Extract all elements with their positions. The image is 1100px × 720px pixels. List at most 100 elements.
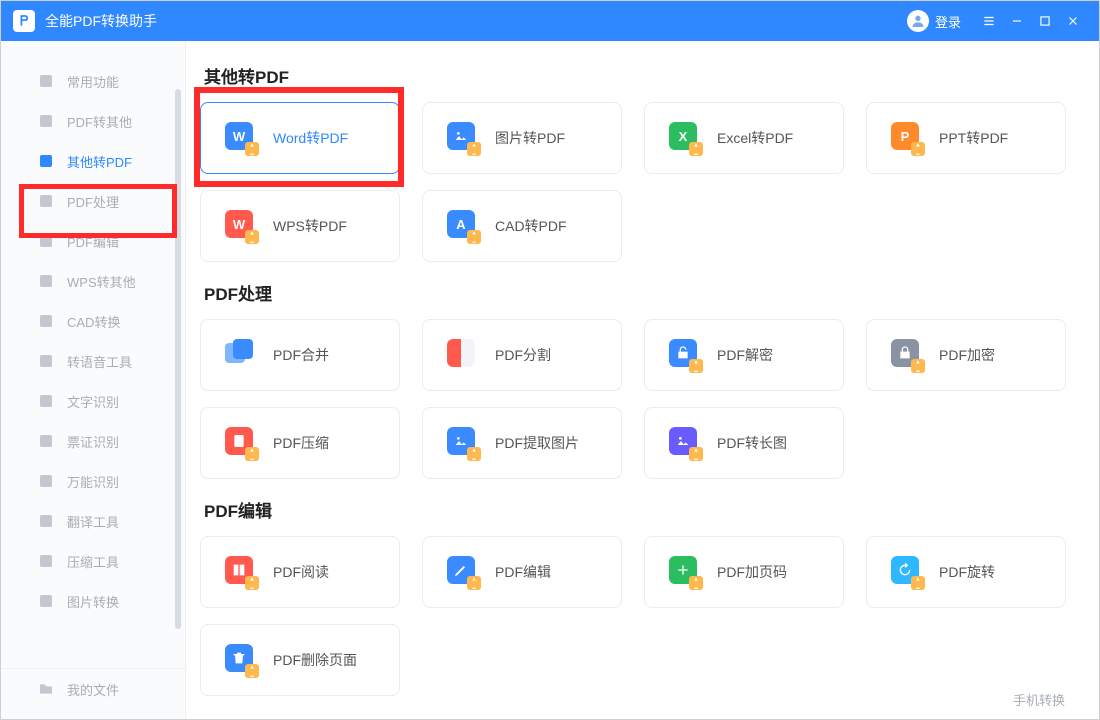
titlebar: 全能PDF转换助手 登录: [1, 1, 1099, 41]
sidebar-item-label: 万能识别: [67, 472, 119, 491]
pdf-encrypt-icon: [891, 339, 923, 371]
card-wps-to-pdf[interactable]: WWPS转PDF: [200, 190, 400, 262]
sidebar-icon: [37, 72, 55, 90]
section-other-to-pdf: 其他转PDF W Word转PDF 图片转PDF X Excel转PDF PPPT转PDF W…: [200, 63, 1069, 262]
card-pdf-merge[interactable]: PDF合并: [200, 319, 400, 391]
sidebar-item-label: PDF处理: [67, 192, 119, 211]
pdf-read-icon: [225, 556, 257, 588]
card-label: PDF加密: [939, 345, 995, 365]
card-label: PDF解密: [717, 345, 773, 365]
sidebar-item-compress[interactable]: 压缩工具: [1, 541, 185, 581]
sidebar-icon: [37, 112, 55, 130]
sidebar-icon: [37, 312, 55, 330]
card-pdf-encrypt[interactable]: PDF加密: [866, 319, 1066, 391]
sidebar-item-label: 转语音工具: [67, 352, 132, 371]
card-pdf-read[interactable]: PDF阅读: [200, 536, 400, 608]
app-title: 全能PDF转换助手: [45, 11, 907, 31]
card-cad-to-pdf[interactable]: A CAD转PDF: [422, 190, 622, 262]
pdf-extract-image-icon: [447, 427, 479, 459]
excel-to-pdf-icon: X: [669, 122, 701, 154]
card-label: PDF压缩: [273, 433, 329, 453]
cad-to-pdf-icon: A: [447, 210, 479, 242]
card-label: CAD转PDF: [495, 216, 567, 236]
sidebar-icon: [37, 552, 55, 570]
sidebar-item-cad-convert[interactable]: CAD转换: [1, 301, 185, 341]
card-pdf-add-page[interactable]: PDF加页码: [644, 536, 844, 608]
image-to-pdf-icon: [447, 122, 479, 154]
sidebar-icon: [37, 432, 55, 450]
menu-icon[interactable]: [975, 7, 1003, 35]
sidebar-item-label: 文字识别: [67, 392, 119, 411]
section-title: 其他转PDF: [204, 63, 1069, 88]
maximize-icon[interactable]: [1031, 7, 1059, 35]
card-label: PDF编辑: [495, 562, 551, 582]
sidebar-item-wps-to-other[interactable]: WPS转其他: [1, 261, 185, 301]
card-label: Excel转PDF: [717, 128, 793, 148]
card-pdf-edit[interactable]: PDF编辑: [422, 536, 622, 608]
sidebar-item-label: 常用功能: [67, 72, 119, 91]
word-to-pdf-icon: W: [225, 122, 257, 154]
sidebar-item-pdf-process[interactable]: PDF处理: [1, 181, 185, 221]
card-pdf-rotate[interactable]: PDF旋转: [866, 536, 1066, 608]
user-avatar-icon[interactable]: [907, 10, 929, 32]
sidebar-item-label: 压缩工具: [67, 552, 119, 571]
sidebar-item-audio-tools[interactable]: 转语音工具: [1, 341, 185, 381]
pdf-merge-icon: [225, 339, 257, 371]
sidebar-item-pdf-to-other[interactable]: PDF转其他: [1, 101, 185, 141]
card-pdf-to-long-image[interactable]: PDF转长图: [644, 407, 844, 479]
card-pdf-split[interactable]: PDF分割: [422, 319, 622, 391]
card-pdf-delete-page[interactable]: PDF删除页面: [200, 624, 400, 696]
card-label: PDF删除页面: [273, 650, 357, 670]
login-link[interactable]: 登录: [935, 12, 961, 31]
ppt-to-pdf-icon: P: [891, 122, 923, 154]
sidebar-item-ocr[interactable]: 文字识别: [1, 381, 185, 421]
sidebar-item-label: WPS转其他: [67, 272, 136, 291]
sidebar-item-label: 其他转PDF: [67, 152, 132, 171]
card-image-to-pdf[interactable]: 图片转PDF: [422, 102, 622, 174]
sidebar-icon: [37, 592, 55, 610]
mobile-convert-link[interactable]: 手机转换: [1013, 690, 1065, 709]
card-label: PDF合并: [273, 345, 329, 365]
card-label: 图片转PDF: [495, 128, 565, 148]
sidebar-icon: [37, 352, 55, 370]
sidebar-icon: [37, 472, 55, 490]
sidebar-item-label: 我的文件: [67, 680, 119, 699]
sidebar-icon: [37, 232, 55, 250]
section-pdf-process: PDF处理 PDF合并 PDF分割 PDF解密 PDF加密 PDF压缩 PDF提取图片 PDF…: [200, 280, 1069, 479]
sidebar-item-label: CAD转换: [67, 312, 120, 331]
sidebar-scrollbar[interactable]: [175, 89, 181, 629]
sidebar-item-label: 图片转换: [67, 592, 119, 611]
card-pdf-extract-image[interactable]: PDF提取图片: [422, 407, 622, 479]
card-label: PDF提取图片: [495, 433, 579, 453]
minimize-icon[interactable]: [1003, 7, 1031, 35]
pdf-rotate-icon: [891, 556, 923, 588]
sidebar-icon: [37, 192, 55, 210]
card-word-to-pdf[interactable]: W Word转PDF: [200, 102, 400, 174]
card-label: PDF阅读: [273, 562, 329, 582]
sidebar-item-label: 翻译工具: [67, 512, 119, 531]
card-label: WPS转PDF: [273, 216, 347, 236]
card-pdf-decrypt[interactable]: PDF解密: [644, 319, 844, 391]
card-label: Word转PDF: [273, 128, 348, 148]
sidebar-icon: [37, 272, 55, 290]
card-ppt-to-pdf[interactable]: PPPT转PDF: [866, 102, 1066, 174]
sidebar-item-image-convert[interactable]: 图片转换: [1, 581, 185, 621]
section-pdf-edit: PDF编辑PDF阅读PDF编辑PDF加页码PDF旋转PDF删除页面: [200, 497, 1069, 696]
sidebar-item-other-to-pdf[interactable]: 其他转PDF: [1, 141, 185, 181]
sidebar-item-my-files[interactable]: 我的文件: [1, 669, 185, 709]
sidebar-item-label: PDF转其他: [67, 112, 132, 131]
close-icon[interactable]: [1059, 7, 1087, 35]
section-title: PDF处理: [204, 280, 1069, 305]
card-pdf-compress[interactable]: PDF压缩: [200, 407, 400, 479]
sidebar-item-common[interactable]: 常用功能: [1, 61, 185, 101]
sidebar-item-pdf-edit[interactable]: PDF编辑: [1, 221, 185, 261]
sidebar-item-label: PDF编辑: [67, 232, 119, 251]
sidebar-item-receipt-ocr[interactable]: 票证识别: [1, 421, 185, 461]
pdf-delete-page-icon: [225, 644, 257, 676]
card-excel-to-pdf[interactable]: X Excel转PDF: [644, 102, 844, 174]
sidebar-item-universal-ocr[interactable]: 万能识别: [1, 461, 185, 501]
pdf-split-icon: [447, 339, 479, 371]
sidebar-item-translate[interactable]: 翻译工具: [1, 501, 185, 541]
sidebar: 常用功能 PDF转其他其他转PDF PDF处理 PDF编辑 WPS转其他 CAD转换转语音…: [1, 41, 186, 719]
card-label: PDF加页码: [717, 562, 787, 582]
